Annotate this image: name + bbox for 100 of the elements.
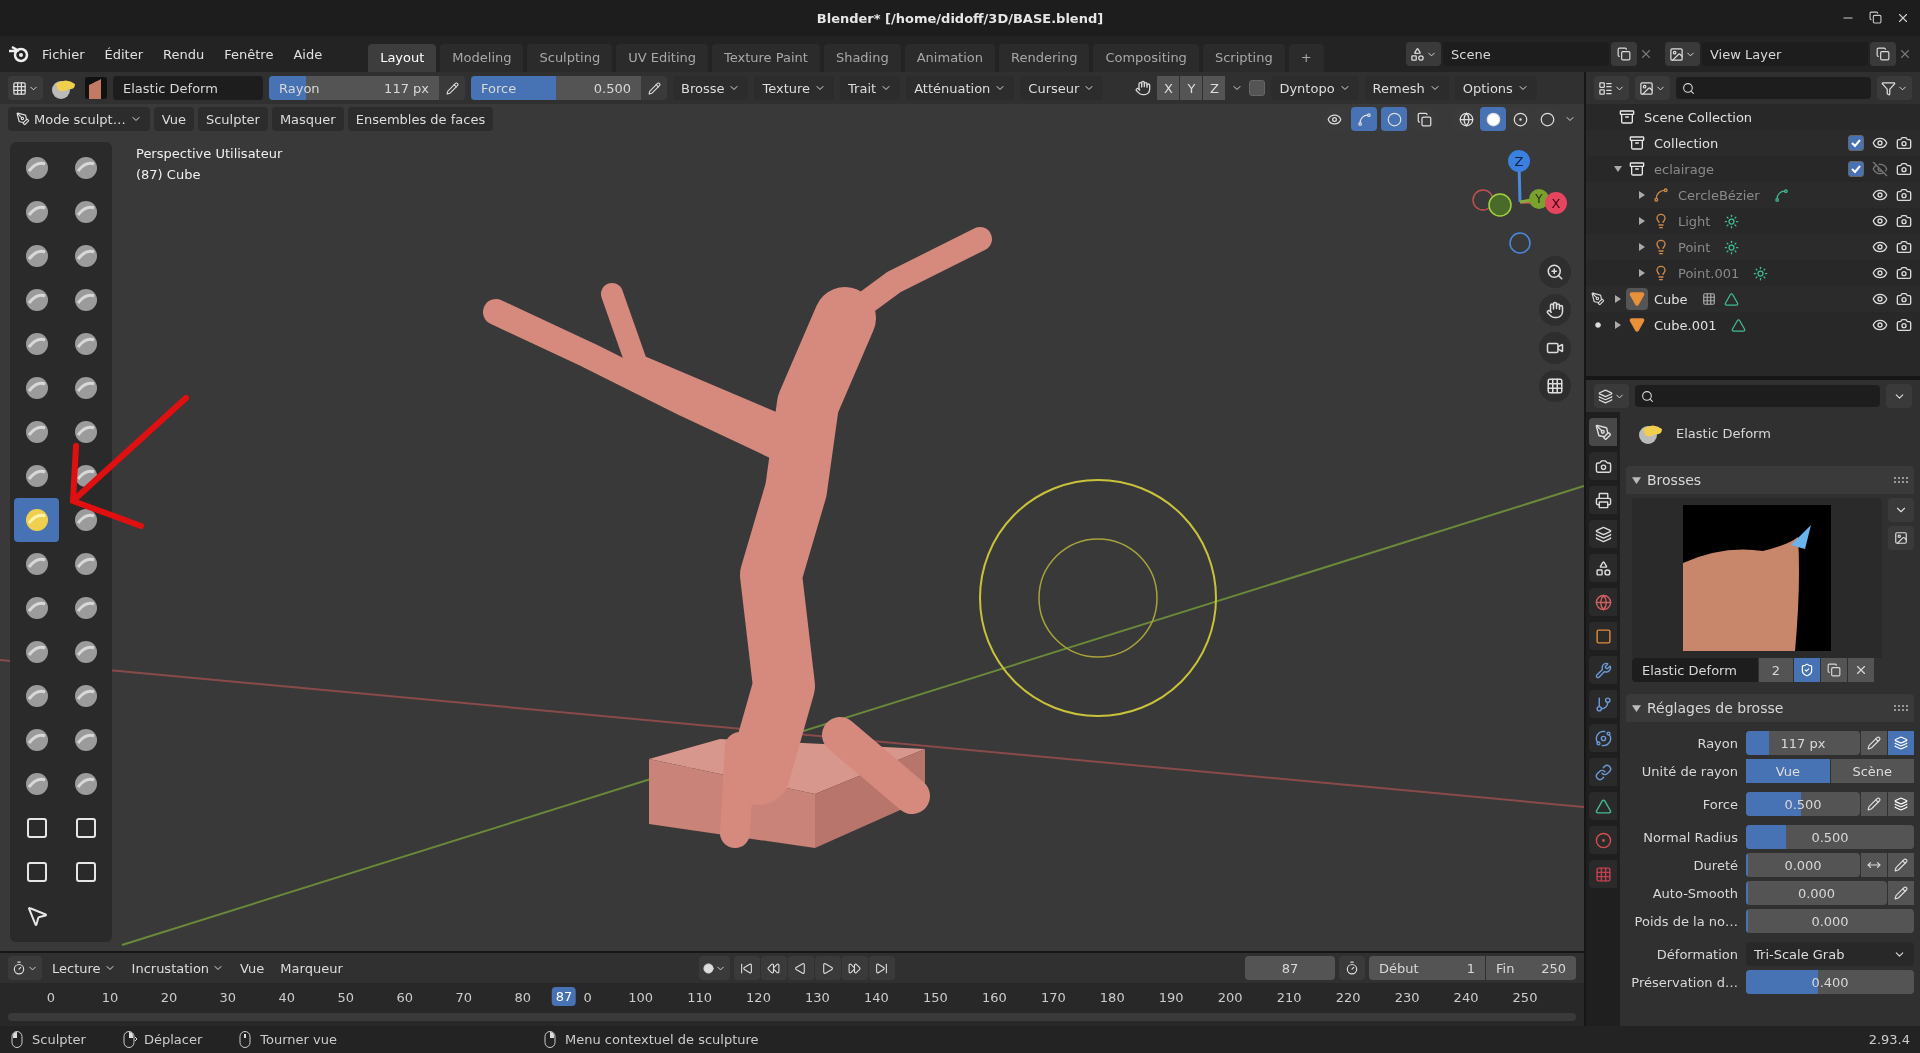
outliner-item[interactable]: eclairage <box>1654 161 1714 177</box>
outliner-item[interactable]: Point <box>1678 239 1711 255</box>
playhead[interactable]: 87 <box>551 987 577 1006</box>
frame-tick-label: 10 <box>101 990 119 1005</box>
axis-toggle[interactable]: Y <box>1180 76 1203 100</box>
setting-label: Préservation d… <box>1630 974 1738 990</box>
setting-label: Unité de rayon <box>1640 763 1738 779</box>
value-slider[interactable]: 0.500 <box>1746 825 1914 849</box>
header-menu[interactable]: Masquer <box>271 107 344 131</box>
outliner-item[interactable]: Collection <box>1654 135 1719 151</box>
status-hint: Déplacer <box>143 1032 203 1047</box>
outliner-item[interactable]: CercleBézier <box>1678 187 1760 203</box>
header-menu[interactable]: Sculpter <box>197 107 268 131</box>
workspace-tab[interactable]: Modeling <box>440 44 524 72</box>
timeline-menu[interactable]: Vue <box>234 956 271 980</box>
status-hint: Tourner vue <box>260 1032 337 1047</box>
workspace-tab[interactable]: Rendering <box>999 44 1090 72</box>
workspace-tab[interactable]: Scripting <box>1202 44 1285 72</box>
status-hint: Menu contextuel de sculpture <box>565 1032 759 1047</box>
workspace-tab[interactable]: UV Editing <box>616 44 708 72</box>
view-name: Perspective Utilisateur <box>136 146 283 161</box>
workspace-tab[interactable]: Compositing <box>1093 44 1199 72</box>
workspace-tab[interactable]: Sculpting <box>527 44 613 72</box>
outliner-item[interactable]: Cube.001 <box>1654 317 1717 333</box>
mode-menu[interactable]: Mode sculpt… <box>8 107 150 131</box>
frame-tick-label: 150 <box>923 990 948 1005</box>
strength-slider[interactable]: Force 0.500 <box>471 76 641 100</box>
workspace-tab[interactable]: Animation <box>904 44 995 72</box>
header-menu[interactable]: Trait <box>840 76 901 100</box>
value-slider[interactable]: 117 px <box>1746 731 1860 755</box>
frame-tick-label: 30 <box>219 990 237 1005</box>
menu-item[interactable]: Fichier <box>34 42 93 66</box>
frame-tick-label: 110 <box>687 990 712 1005</box>
panel-title: Brosses <box>1647 472 1702 488</box>
header-menu[interactable]: Ensembles de faces <box>347 107 494 131</box>
add-workspace-button[interactable]: + <box>1288 44 1324 72</box>
frame-tick-label: 250 <box>1512 990 1538 1005</box>
setting-label: Normal Radius <box>1642 829 1738 845</box>
value-slider[interactable]: 0.000 <box>1746 881 1887 905</box>
brush-name: Elastic Deform <box>1676 425 1771 441</box>
frame-tick-label: 100 <box>628 990 653 1005</box>
unit-option[interactable]: Vue <box>1746 759 1830 783</box>
frame-tick-label: 220 <box>1335 990 1361 1005</box>
workspace-tab[interactable]: Shading <box>823 44 901 72</box>
outliner-item[interactable]: Point.001 <box>1678 265 1740 281</box>
setting-label: Force <box>1701 796 1738 812</box>
frame-tick-label: 230 <box>1394 990 1420 1005</box>
frame-tick-label: 50 <box>337 990 355 1005</box>
status-hint: Sculpter <box>32 1032 86 1047</box>
menu-item[interactable]: Éditer <box>96 42 152 66</box>
frame-tick-label: 120 <box>746 990 771 1005</box>
frame-tick-label: 240 <box>1453 990 1479 1005</box>
menu-item[interactable]: Aide <box>285 42 331 66</box>
unit-option[interactable]: Scène <box>1830 759 1914 783</box>
frame-tick-label: 70 <box>455 990 472 1005</box>
axis-toggle[interactable]: Z <box>1203 76 1226 100</box>
outliner-item[interactable]: Cube <box>1654 291 1688 307</box>
outliner-item[interactable]: Scene Collection <box>1644 109 1753 125</box>
header-menu[interactable]: Options <box>1454 76 1537 100</box>
timeline-menu[interactable]: Marqueur <box>274 956 349 980</box>
value-slider[interactable]: 0.000 <box>1746 853 1860 877</box>
panel-header[interactable]: Brosses <box>1626 466 1914 494</box>
value-slider[interactable]: 0.000 <box>1746 909 1914 933</box>
workspace-tab[interactable]: Texture Paint <box>712 44 820 72</box>
start-frame-field[interactable]: Début 1 <box>1369 956 1485 980</box>
user-count: 2 <box>1759 658 1793 682</box>
header-menu[interactable]: Remesh <box>1364 76 1449 100</box>
frame-tick-label: 180 <box>1099 990 1125 1005</box>
deformation-dropdown[interactable]: Tri-Scale Grab <box>1746 942 1914 966</box>
frame-tick-label: 200 <box>1217 990 1243 1005</box>
current-frame-field[interactable]: 87 <box>1245 956 1335 980</box>
header-menu[interactable]: Brosse <box>673 76 749 100</box>
version-label: 2.93.4 <box>1868 1032 1910 1047</box>
view-layer-field[interactable]: View Layer <box>1702 42 1868 66</box>
header-menu[interactable]: Atténuation <box>906 76 1015 100</box>
panel-header[interactable]: Réglages de brosse <box>1626 694 1914 722</box>
frame-tick-label: 40 <box>278 990 296 1005</box>
window-title: Blender* [/home/didoff/3D/BASE.blend] <box>816 10 1104 26</box>
menu-item[interactable]: Fenêtre <box>216 42 282 66</box>
dyntopo-menu[interactable]: Dyntopo <box>1271 76 1359 100</box>
header-menu[interactable]: Texture <box>754 76 835 100</box>
object-name: (87) Cube <box>136 167 202 182</box>
frame-tick-label: 210 <box>1276 990 1302 1005</box>
menu-item[interactable]: Rendu <box>155 42 213 66</box>
axis-gizmo[interactable]: Z Y X <box>1465 139 1580 259</box>
scene-field[interactable]: Scene <box>1443 42 1609 66</box>
frame-tick-label: 80 <box>514 990 531 1005</box>
header-menu[interactable]: Vue <box>153 107 194 131</box>
frame-tick-label: 0 <box>583 990 592 1005</box>
workspace-tab[interactable]: Layout <box>368 44 437 72</box>
outliner-item[interactable]: Light <box>1678 213 1711 229</box>
axis-toggle[interactable]: X <box>1157 76 1180 100</box>
end-frame-field[interactable]: Fin 250 <box>1486 956 1576 980</box>
timeline-menu[interactable]: Lecture <box>46 956 122 980</box>
brush-name-field[interactable]: Elastic Deform <box>1632 658 1758 682</box>
brush-name-field[interactable]: Elastic Deform <box>113 76 263 100</box>
panel-title: Réglages de brosse <box>1647 700 1784 716</box>
timeline-menu[interactable]: Incrustation <box>125 956 231 980</box>
header-menu[interactable]: Curseur <box>1020 76 1104 100</box>
frame-tick-label: 130 <box>805 990 830 1005</box>
